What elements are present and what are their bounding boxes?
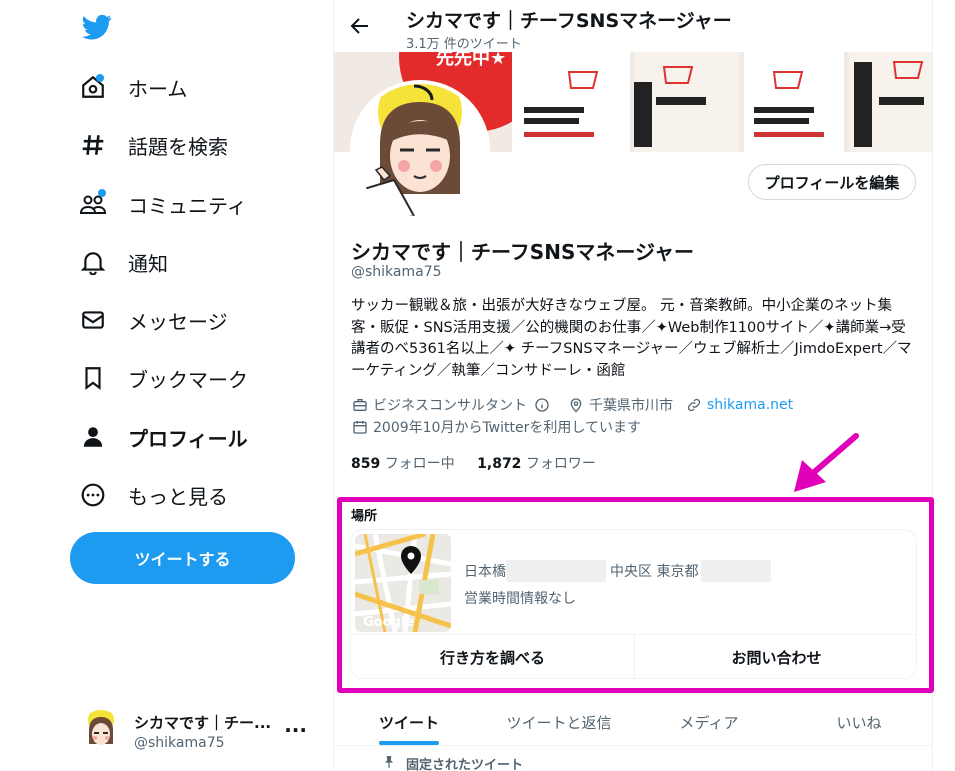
svg-text:Google: Google — [363, 615, 414, 630]
account-name: シカマです｜チー... — [134, 713, 272, 732]
bio-line: 客・販促・SNS活用支援／公的機関のお仕事／✦Web制作1100サイト／✦講師業… — [351, 319, 906, 336]
calendar-icon — [351, 418, 369, 436]
pin-icon — [382, 755, 396, 771]
profile-meta: ビジネスコンサルタント 千葉県市川市 shikama.net — [351, 394, 793, 416]
home-icon — [78, 72, 108, 102]
profile-website-link[interactable]: shikama.net — [707, 397, 793, 413]
edit-profile-button[interactable]: プロフィールを編集 — [748, 164, 916, 200]
sidebar-item-label: ブックマーク — [128, 367, 248, 392]
location-address: 日本橋 中央区 東京都 — [464, 560, 772, 582]
sidebar-item-communities[interactable]: コミュニティ — [78, 181, 247, 227]
following-link[interactable]: 859 フォロー中 — [351, 456, 455, 472]
avatar — [80, 710, 122, 752]
briefcase-icon — [351, 396, 369, 414]
profile-location: 千葉県市川市 — [589, 398, 673, 414]
sidebar-item-label: コミュニティ — [128, 193, 247, 218]
tab-media[interactable]: メディア — [634, 700, 784, 745]
sidebar-item-label: プロフィール — [128, 426, 248, 451]
profile-tabs: ツイート ツイートと返信 メディア いいね — [334, 700, 932, 746]
profile-column: 先先中★ シカマです｜チーフSNSマネージャー 3.1万 件のツイート プロフィ… — [333, 0, 933, 771]
more-circle-icon — [78, 480, 108, 510]
sidebar-item-more[interactable]: もっと見る — [78, 472, 228, 518]
page-title: シカマです｜チーフSNSマネージャー — [406, 10, 732, 32]
sidebar: ホーム 話題を検索 コミュニティ 通知 メッセージ ブックマーク プロフィール … — [0, 0, 333, 771]
sidebar-item-home[interactable]: ホーム — [78, 64, 187, 110]
location-pin-icon — [567, 396, 585, 414]
sidebar-item-messages[interactable]: メッセージ — [78, 297, 228, 343]
location-actions: 行き方を調べる お問い合わせ — [351, 634, 916, 678]
address-part: 日本橋 — [464, 564, 506, 580]
directions-button[interactable]: 行き方を調べる — [351, 635, 634, 678]
map-thumbnail[interactable]: Google — [355, 534, 451, 632]
joined-date: 2009年10月からTwitterを利用しています — [373, 420, 641, 436]
tweet-button[interactable]: ツイートする — [70, 532, 295, 584]
following-count: 859 — [351, 456, 381, 472]
back-arrow-icon[interactable] — [348, 14, 372, 38]
followers-count: 1,872 — [477, 456, 522, 472]
twitter-logo-icon[interactable] — [80, 12, 114, 42]
followers-link[interactable]: 1,872 フォロワー — [477, 456, 596, 472]
communities-icon — [78, 189, 108, 219]
sidebar-item-notifications[interactable]: 通知 — [78, 239, 168, 285]
sidebar-item-bookmarks[interactable]: ブックマーク — [78, 355, 248, 401]
envelope-icon — [78, 305, 108, 335]
location-card: Google 日本橋 中央区 東京都 営業時間情報なし 行き方を調べる お問い合… — [350, 529, 917, 679]
pinned-text: 固定されたツイート — [406, 758, 524, 771]
sidebar-item-label: ホーム — [128, 76, 188, 101]
followers-label: フォロワー — [525, 456, 596, 472]
bell-icon — [78, 247, 108, 277]
link-icon — [685, 396, 703, 414]
redacted-block — [506, 560, 606, 582]
bookmark-icon — [78, 363, 108, 393]
location-section-title: 場所 — [351, 509, 378, 524]
tab-tweets-and-replies[interactable]: ツイートと返信 — [484, 700, 634, 745]
sidebar-item-explore[interactable]: 話題を検索 — [78, 122, 228, 168]
profile-joined: 2009年10月からTwitterを利用しています — [351, 416, 641, 438]
svg-text:先先中★: 先先中★ — [436, 52, 506, 69]
bio-line: 講者のべ5361名以上／✦ チーフSNSマネージャー／ウェブ解析士／JimdoE… — [351, 341, 912, 357]
profile-avatar[interactable] — [350, 80, 490, 220]
person-icon — [78, 422, 108, 452]
following-label: フォロー中 — [384, 456, 455, 472]
redacted-block — [701, 560, 772, 582]
sidebar-item-profile[interactable]: プロフィール — [78, 414, 248, 460]
tweet-count: 3.1万 件のツイート — [406, 37, 522, 52]
profile-handle: @shikama75 — [351, 264, 442, 280]
sidebar-item-label: メッセージ — [128, 309, 228, 334]
pinned-tweet-label: 固定されたツイート — [382, 754, 523, 771]
account-handle: @shikama75 — [134, 734, 225, 751]
info-icon[interactable] — [533, 396, 551, 414]
profile-category: ビジネスコンサルタント — [373, 398, 527, 414]
profile-bio: サッカー観戦＆旅・出張が大好きなウェブ屋。 元・音楽教師。中小企業のネット集 客… — [351, 296, 916, 382]
sidebar-item-label: 話題を検索 — [128, 134, 228, 159]
tab-tweets[interactable]: ツイート — [334, 700, 484, 745]
sidebar-item-label: もっと見る — [128, 484, 228, 509]
more-horizontal-icon[interactable]: ··· — [284, 718, 307, 742]
follow-stats: 859 フォロー中 1,872 フォロワー — [351, 453, 596, 473]
profile-header-bar: シカマです｜チーフSNSマネージャー 3.1万 件のツイート — [334, 0, 932, 52]
opening-hours: 営業時間情報なし — [464, 591, 576, 607]
tab-likes[interactable]: いいね — [784, 700, 932, 745]
profile-name: シカマです｜チーフSNSマネージャー — [351, 240, 694, 264]
contact-button[interactable]: お問い合わせ — [634, 635, 916, 678]
hashtag-icon — [78, 130, 108, 160]
sidebar-item-label: 通知 — [128, 251, 168, 276]
address-part: 中央区 東京都 — [610, 564, 699, 580]
account-switcher[interactable]: シカマです｜チー... @shikama75 ··· — [80, 704, 315, 758]
bio-line: サッカー観戦＆旅・出張が大好きなウェブ屋。 元・音楽教師。中小企業のネット集 — [351, 298, 893, 314]
bio-line: ーケティング／執筆／コンサドーレ・函館 — [351, 362, 626, 379]
